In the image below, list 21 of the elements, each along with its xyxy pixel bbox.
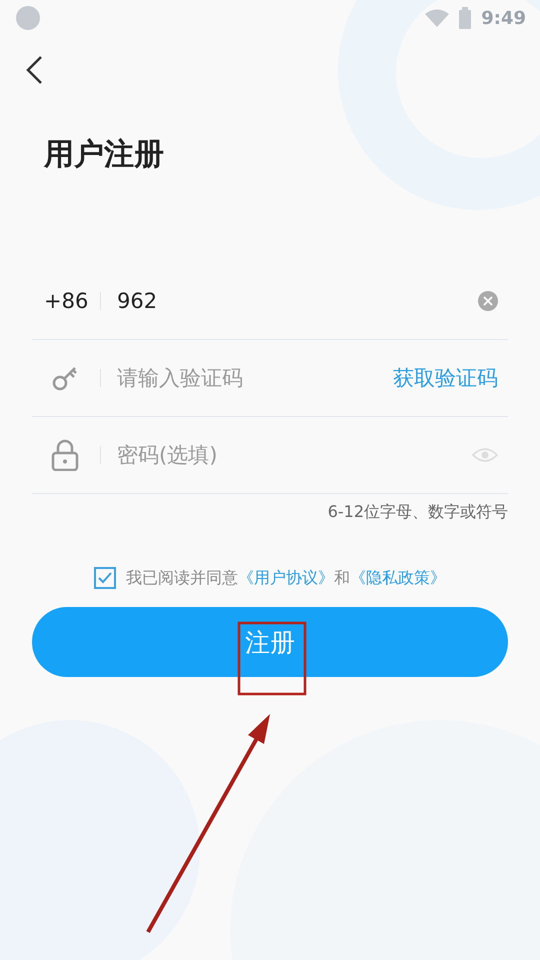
agreement-link[interactable]: 《隐私政策》 [350,568,446,586]
lock-icon [51,439,79,471]
password-input[interactable]: 密码(选填) [115,442,458,468]
check-icon [98,572,112,584]
wifi-icon [425,9,450,27]
clear-icon[interactable] [478,291,498,311]
key-icon [52,365,78,391]
get-code-button[interactable]: 获取验证码 [393,364,498,392]
password-hint: 6-12位字母、数字或符号 [328,502,508,523]
register-button[interactable]: 注册 [32,607,508,677]
country-code[interactable]: +86 [44,289,86,313]
phone-input[interactable]: 962 [115,288,464,314]
status-time: 9:49 [481,8,526,28]
code-input[interactable]: 请输入验证码 [115,365,379,391]
chevron-left-icon [25,55,43,85]
agreement-text: 我已阅读并同意《用户协议》和《隐私政策》 [126,568,446,588]
battery-icon [459,7,472,29]
app-notification-icon [16,6,40,30]
page-title: 用户注册 [44,136,165,174]
agreement-link[interactable]: 《用户协议》 [238,568,334,586]
agreement-checkbox[interactable] [94,567,116,589]
